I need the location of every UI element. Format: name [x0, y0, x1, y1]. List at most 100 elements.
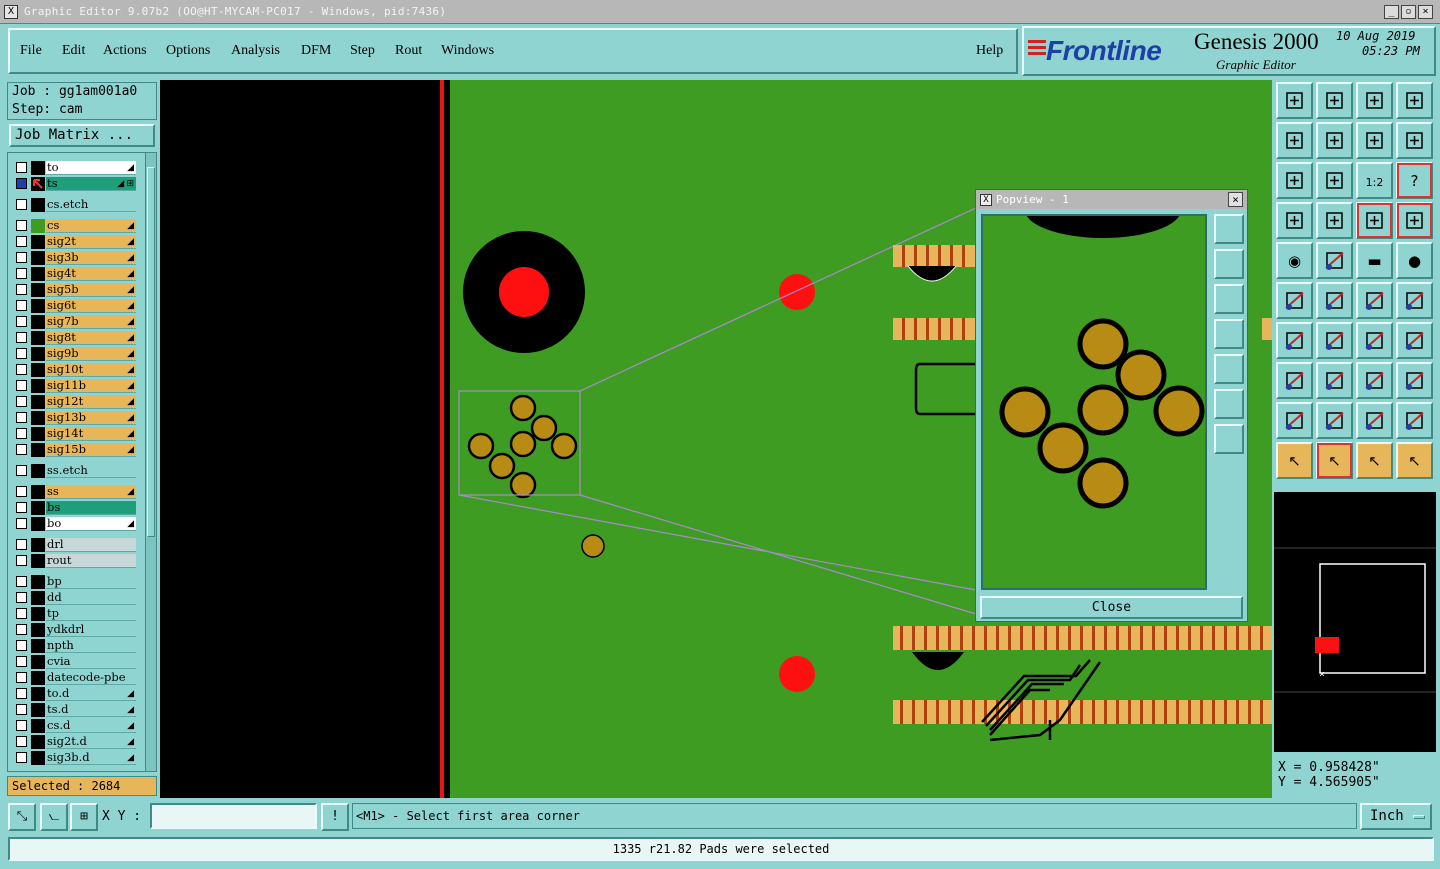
- arc-draw-icon[interactable]: [1356, 322, 1393, 359]
- layer-name[interactable]: ydkdrl: [46, 623, 136, 637]
- layer-row[interactable]: ss.etch: [12, 464, 136, 478]
- pad-move-icon[interactable]: [1276, 362, 1313, 399]
- zoom-house-icon[interactable]: [1356, 82, 1393, 119]
- menu-edit[interactable]: Edit: [62, 43, 85, 59]
- layer-checkbox[interactable]: [16, 656, 27, 667]
- layer-color-swatch[interactable]: [31, 687, 45, 701]
- popview-tool-zoom-in-icon[interactable]: [1214, 214, 1244, 244]
- layer-color-swatch[interactable]: [31, 267, 45, 281]
- layer-row[interactable]: sig10t ◢: [12, 363, 136, 377]
- layer-row[interactable]: ts ◢ ⊞: [12, 177, 136, 191]
- layer-name[interactable]: sig13b: [46, 411, 136, 425]
- layer-color-swatch[interactable]: [31, 623, 45, 637]
- layer-color-swatch[interactable]: [31, 538, 45, 552]
- layer-checkbox[interactable]: [16, 486, 27, 497]
- layer-row[interactable]: bs: [12, 501, 136, 515]
- scrollbar-thumb[interactable]: [147, 167, 155, 537]
- layer-checkbox[interactable]: [16, 380, 27, 391]
- layer-color-swatch[interactable]: [31, 735, 45, 749]
- circle-add-icon[interactable]: ●: [1396, 242, 1433, 279]
- layer-color-swatch[interactable]: [31, 395, 45, 409]
- grid-tool-icon[interactable]: [1316, 202, 1353, 239]
- layer-name[interactable]: cs.etch: [46, 198, 136, 212]
- layer-checkbox[interactable]: [16, 178, 27, 189]
- select-pointer-icon[interactable]: ↖: [1276, 442, 1313, 479]
- layer-name[interactable]: sig5b: [46, 283, 136, 297]
- line-edit-icon[interactable]: [1316, 322, 1353, 359]
- move-point-icon[interactable]: [1356, 282, 1393, 319]
- layer-checkbox[interactable]: [16, 736, 27, 747]
- layer-name[interactable]: bo: [46, 517, 136, 531]
- split-icon[interactable]: [1396, 322, 1433, 359]
- layer-color-swatch[interactable]: [31, 639, 45, 653]
- measure-tool-icon[interactable]: [1276, 202, 1313, 239]
- layer-color-swatch[interactable]: [31, 251, 45, 265]
- layer-name[interactable]: sig14t: [46, 427, 136, 441]
- layer-color-swatch[interactable]: [31, 161, 45, 175]
- layer-checkbox[interactable]: [16, 576, 27, 587]
- overview-map[interactable]: ×: [1274, 492, 1436, 752]
- slope3-icon[interactable]: [1356, 402, 1393, 439]
- layer-checkbox[interactable]: [16, 640, 27, 651]
- close-icon[interactable]: ×: [1418, 5, 1433, 19]
- layer-row[interactable]: sig2t ◢: [12, 235, 136, 249]
- layer-checkbox[interactable]: [16, 220, 27, 231]
- select-net-icon[interactable]: ↖: [1396, 442, 1433, 479]
- layer-name[interactable]: cvia: [46, 655, 136, 669]
- layer-checkbox[interactable]: [16, 518, 27, 529]
- node-icon[interactable]: [1276, 282, 1313, 319]
- layer-name[interactable]: sig4t: [46, 267, 136, 281]
- layer-row[interactable]: sig15b ◢: [12, 443, 136, 457]
- layer-row[interactable]: sig8t ◢: [12, 331, 136, 345]
- popview-tool-fit-icon[interactable]: [1214, 389, 1244, 419]
- layer-name[interactable]: bs: [46, 501, 136, 515]
- layer-color-swatch[interactable]: [31, 198, 45, 212]
- info-icon[interactable]: !: [321, 803, 349, 831]
- layer-name[interactable]: sig9b: [46, 347, 136, 361]
- layer-name[interactable]: sig3b.d: [46, 751, 136, 765]
- layer-row[interactable]: npth: [12, 639, 136, 653]
- menu-file[interactable]: File: [20, 43, 42, 59]
- layer-color-swatch[interactable]: [31, 299, 45, 313]
- popview-tool-center-icon[interactable]: [1214, 424, 1244, 454]
- layer-color-swatch[interactable]: [31, 315, 45, 329]
- layer-name[interactable]: sig10t: [46, 363, 136, 377]
- layer-color-swatch[interactable]: [31, 517, 45, 531]
- layer-name[interactable]: sig6t: [46, 299, 136, 313]
- layer-checkbox[interactable]: [16, 688, 27, 699]
- line-draw-icon[interactable]: [1276, 322, 1313, 359]
- menu-actions[interactable]: Actions: [103, 43, 147, 59]
- layer-color-swatch[interactable]: [31, 719, 45, 733]
- layer-row[interactable]: sig11b ◢: [12, 379, 136, 393]
- popview-tool-pan-left-icon[interactable]: [1214, 319, 1244, 349]
- layer-row[interactable]: sig3b ◢: [12, 251, 136, 265]
- pan-left-icon[interactable]: [1276, 122, 1313, 159]
- snake-icon[interactable]: [1396, 122, 1433, 159]
- layer-checkbox[interactable]: [16, 428, 27, 439]
- layer-row[interactable]: sig6t ◢: [12, 299, 136, 313]
- minimize-icon[interactable]: _: [1384, 5, 1399, 19]
- layer-checkbox[interactable]: [16, 592, 27, 603]
- layer-checkbox[interactable]: [16, 465, 27, 476]
- pad-add-icon[interactable]: ◉: [1276, 242, 1313, 279]
- units-select[interactable]: Inch: [1360, 803, 1432, 830]
- measure-icon[interactable]: ⦦: [40, 803, 68, 831]
- layer-row[interactable]: bo ◢: [12, 517, 136, 531]
- layer-name[interactable]: sig8t: [46, 331, 136, 345]
- layer-row[interactable]: ts.d ◢: [12, 703, 136, 717]
- select-box-icon[interactable]: ↖: [1316, 442, 1353, 479]
- layer-checkbox[interactable]: [16, 300, 27, 311]
- menu-step[interactable]: Step: [350, 43, 375, 59]
- layer-name[interactable]: drl: [46, 538, 136, 552]
- layer-color-swatch[interactable]: [31, 485, 45, 499]
- layer-color-swatch[interactable]: [31, 379, 45, 393]
- layer-color-swatch[interactable]: [31, 607, 45, 621]
- layer-row[interactable]: sig2t.d ◢: [12, 735, 136, 749]
- layer-name[interactable]: cs: [46, 219, 136, 233]
- layer-checkbox[interactable]: [16, 752, 27, 763]
- popview-tool-pan-right-icon[interactable]: [1214, 354, 1244, 384]
- layer-row[interactable]: ydkdrl: [12, 623, 136, 637]
- fit-icon[interactable]: [1276, 162, 1313, 199]
- layer-name[interactable]: sig2t.d: [46, 735, 136, 749]
- resize-icon[interactable]: [1356, 362, 1393, 399]
